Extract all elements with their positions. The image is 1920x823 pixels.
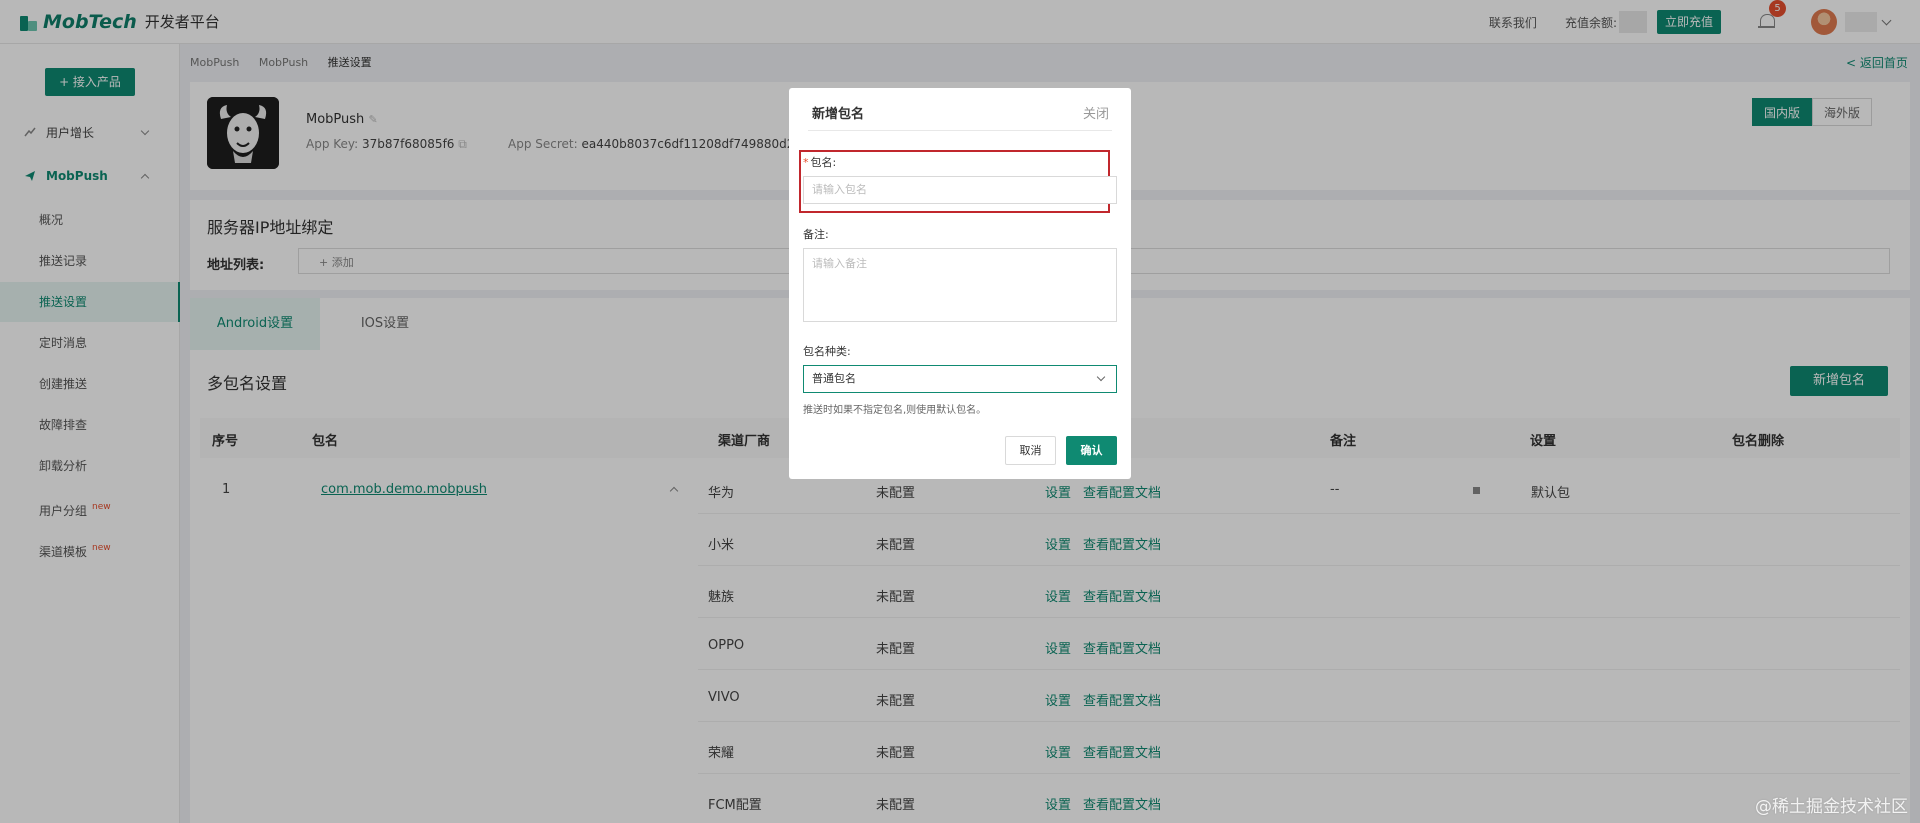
package-type-hint: 推送时如果不指定包名,则使用默认包名。 <box>803 405 987 416</box>
package-type-label: 包名种类: <box>803 345 851 358</box>
divider <box>808 130 1112 131</box>
package-name-label: * 包名: <box>803 156 837 169</box>
cancel-button[interactable]: 取消 <box>1005 436 1056 465</box>
package-type-value: 普通包名 <box>812 372 856 385</box>
chevron-down-icon <box>1096 372 1106 382</box>
confirm-button[interactable]: 确认 <box>1066 436 1117 465</box>
remark-textarea[interactable]: 请输入备注 <box>803 248 1117 322</box>
dialog-close-button[interactable]: 关闭 <box>1083 103 1109 122</box>
required-mark: * <box>803 156 809 169</box>
remark-label: 备注: <box>803 228 829 241</box>
watermark: @稀土掘金技术社区 <box>1755 797 1908 817</box>
dialog-title: 新增包名 <box>812 107 865 122</box>
package-type-select[interactable]: 普通包名 <box>803 365 1117 393</box>
package-name-input[interactable]: 请输入包名 <box>803 176 1117 204</box>
add-package-dialog: 新增包名 关闭 * 包名: 请输入包名 备注: 请输入备注 包名种类: 普通包名 … <box>789 88 1131 479</box>
